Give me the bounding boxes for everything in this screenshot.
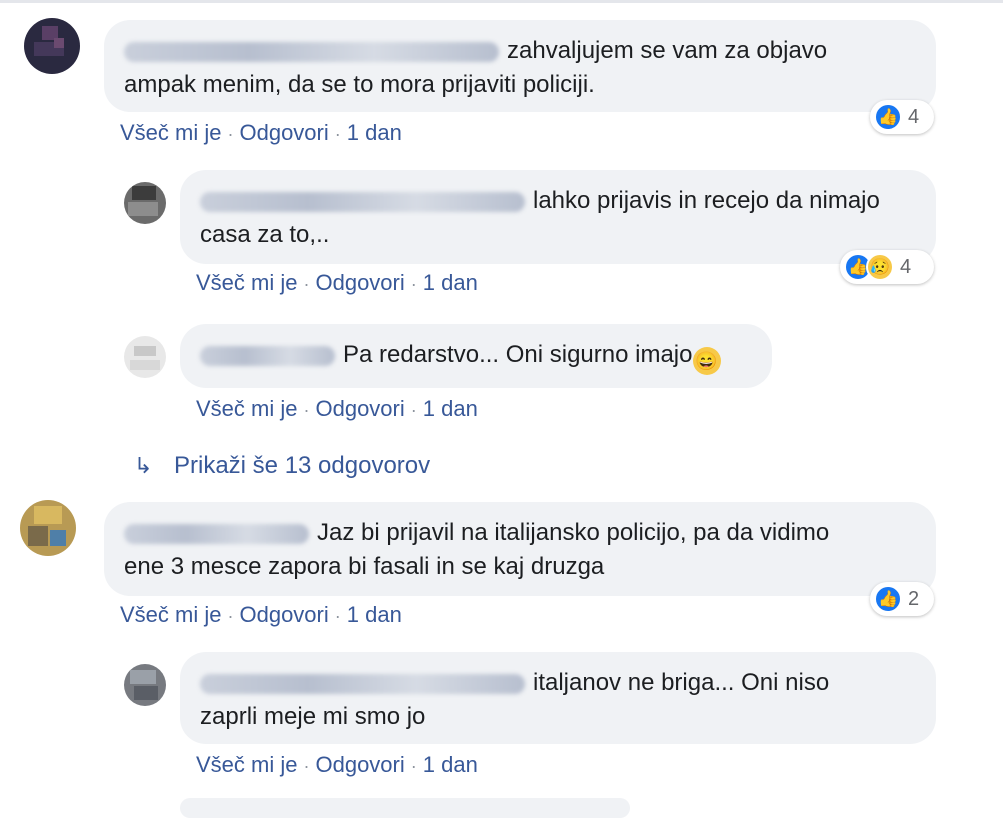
author-name[interactable] <box>200 673 525 694</box>
like-button[interactable]: Všeč mi je <box>196 270 297 295</box>
avatar[interactable] <box>124 182 166 224</box>
separator: · <box>334 124 341 144</box>
timestamp[interactable]: 1 dan <box>423 396 478 421</box>
comment-bubble: Jaz bi prijavil na italijansko policijo,… <box>104 502 936 596</box>
separator: · <box>227 124 234 144</box>
comment-text-line2: casa za to,.. <box>200 221 330 248</box>
comment-text-line1: Pa redarstvo... Oni sigurno imajo <box>343 341 693 368</box>
separator: · <box>227 606 234 626</box>
comment-text-line1: zahvaljujem se vam za objavo <box>507 37 828 64</box>
timestamp[interactable]: 1 dan <box>347 602 402 627</box>
comment-text-line2: ene 3 mesce zapora bi fasali in se kaj d… <box>124 553 605 580</box>
avatar[interactable] <box>20 500 76 556</box>
like-button[interactable]: Všeč mi je <box>120 602 221 627</box>
reply-button[interactable]: Odgovori <box>315 270 404 295</box>
like-button[interactable]: Všeč mi je <box>196 752 297 777</box>
separator: · <box>303 274 310 294</box>
comment-bubble: Pa redarstvo... Oni sigurno imajo 😄 <box>180 324 772 388</box>
comment-actions: Všeč mi je · Odgovori · 1 dan <box>196 752 478 778</box>
author-name[interactable] <box>200 345 335 366</box>
top-divider <box>0 0 1003 3</box>
next-comment-bubble <box>180 798 630 818</box>
separator: · <box>303 400 310 420</box>
reaction-count: 2 <box>908 587 920 610</box>
separator: · <box>410 400 417 420</box>
reaction-count: 4 <box>908 105 920 128</box>
comment-text-line2: zaprli meje mi smo jo <box>200 703 426 730</box>
grinning-emoji-icon: 😄 <box>692 347 721 375</box>
reply-arrow-icon: ↳ <box>134 453 153 478</box>
separator: · <box>334 606 341 626</box>
like-button[interactable]: Všeč mi je <box>120 120 221 145</box>
comment-actions: Všeč mi je · Odgovori · 1 dan <box>196 396 478 422</box>
avatar[interactable] <box>24 18 80 74</box>
timestamp[interactable]: 1 dan <box>423 752 478 777</box>
author-name[interactable] <box>200 191 525 212</box>
comment-bubble: zahvaljujem se vam za objavo ampak menim… <box>104 20 936 112</box>
comment-actions: Všeč mi je · Odgovori · 1 dan <box>120 120 402 146</box>
reply-button[interactable]: Odgovori <box>315 396 404 421</box>
comment-text-line1: italjanov ne briga... Oni niso <box>533 669 830 696</box>
reaction-summary[interactable]: 👍 2 <box>870 582 934 616</box>
like-icon: 👍 <box>874 585 902 613</box>
comment-text-line2: ampak menim, da se to mora prijaviti pol… <box>124 71 595 98</box>
avatar[interactable] <box>124 336 166 378</box>
reply-button[interactable]: Odgovori <box>315 752 404 777</box>
timestamp[interactable]: 1 dan <box>423 270 478 295</box>
separator: · <box>303 756 310 776</box>
timestamp[interactable]: 1 dan <box>347 120 402 145</box>
avatar[interactable] <box>124 664 166 706</box>
comment-bubble: lahko prijavis in recejo da nimajo casa … <box>180 170 936 264</box>
comment-bubble: italjanov ne briga... Oni niso zaprli me… <box>180 652 936 744</box>
comment-text-line1: lahko prijavis in recejo da nimajo <box>533 187 880 214</box>
like-button[interactable]: Všeč mi je <box>196 396 297 421</box>
sad-icon: 😥 <box>866 253 894 281</box>
author-name[interactable] <box>124 41 499 62</box>
reply-button[interactable]: Odgovori <box>239 120 328 145</box>
like-icon: 👍 <box>874 103 902 131</box>
comment-text-line1: Jaz bi prijavil na italijansko policijo,… <box>317 519 830 546</box>
reaction-summary[interactable]: 👍 4 <box>870 100 934 134</box>
more-replies-label: Prikaži še 13 odgovorov <box>174 452 431 479</box>
author-name[interactable] <box>124 523 309 544</box>
comment-actions: Všeč mi je · Odgovori · 1 dan <box>120 602 402 628</box>
view-more-replies-link[interactable]: ↳ Prikaži še 13 odgovorov <box>134 452 430 480</box>
comment-actions: Všeč mi je · Odgovori · 1 dan <box>196 270 478 296</box>
reaction-summary[interactable]: 👍 😥 4 <box>840 250 934 284</box>
separator: · <box>410 756 417 776</box>
reaction-count: 4 <box>900 255 912 278</box>
separator: · <box>410 274 417 294</box>
reply-button[interactable]: Odgovori <box>239 602 328 627</box>
